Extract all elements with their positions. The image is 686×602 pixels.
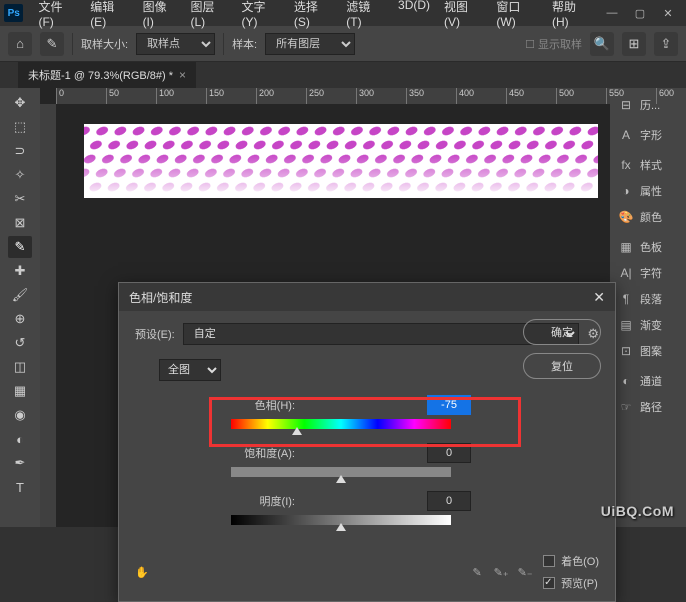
eyedropper-icon[interactable]: ✎	[467, 562, 487, 582]
restore-button[interactable]: ▢	[626, 3, 654, 23]
hue-label: 色相(H):	[231, 397, 295, 413]
dialog-close-icon[interactable]: ✕	[593, 289, 605, 306]
type-tool[interactable]: T	[8, 476, 32, 498]
eyedropper-tool-icon[interactable]: ✎	[40, 32, 64, 56]
canvas-area: 050100150200250300350400450500550600 色相/…	[40, 88, 610, 527]
wand-tool[interactable]: ✧	[8, 164, 32, 186]
watermark: UiBQ.CoM	[601, 503, 674, 519]
workspace-icon[interactable]: ⊞	[622, 32, 646, 56]
panel-item[interactable]: ▤渐变	[610, 312, 686, 338]
saturation-slider[interactable]	[231, 467, 451, 477]
menu-item[interactable]: 图像(I)	[136, 0, 184, 33]
panel-item[interactable]: A字形	[610, 122, 686, 148]
panel-icon: A	[618, 128, 634, 142]
title-bar: Ps 文件(F)编辑(E)图像(I)图层(L)文字(Y)选择(S)滤镜(T)3D…	[0, 0, 686, 26]
dialog-titlebar[interactable]: 色相/饱和度 ✕	[119, 283, 615, 311]
color-range-select[interactable]: 全图	[159, 359, 221, 381]
lightness-label: 明度(I):	[231, 493, 295, 509]
menu-item[interactable]: 选择(S)	[287, 0, 339, 33]
close-button[interactable]: ✕	[654, 3, 682, 23]
panel-item[interactable]: ▦色板	[610, 234, 686, 260]
panel-item[interactable]: ☞路径	[610, 394, 686, 420]
hue-input[interactable]	[427, 395, 471, 415]
ok-button[interactable]: 确定	[523, 319, 601, 345]
preset-select[interactable]: 自定	[183, 323, 580, 345]
heal-tool[interactable]: ✚	[8, 260, 32, 282]
sample-size-select[interactable]: 取样点	[136, 33, 215, 55]
sample-size-label: 取样大小:	[81, 36, 128, 52]
menu-item[interactable]: 滤镜(T)	[339, 0, 391, 33]
home-icon[interactable]: ⌂	[8, 32, 32, 56]
lightness-slider[interactable]	[231, 515, 451, 525]
gradient-tool[interactable]: ▦	[8, 380, 32, 402]
eyedropper-subtract-icon[interactable]: ✎₋	[515, 562, 535, 582]
marquee-tool[interactable]: ⬚	[8, 116, 32, 138]
menu-item[interactable]: 视图(V)	[437, 0, 489, 33]
frame-tool[interactable]: ⊠	[8, 212, 32, 234]
reset-button[interactable]: 复位	[523, 353, 601, 379]
menu-item[interactable]: 编辑(E)	[83, 0, 135, 33]
dodge-tool[interactable]: ◐	[8, 428, 32, 450]
vertical-ruler	[40, 104, 56, 527]
preview-checkbox[interactable]: 预览(P)	[543, 575, 598, 591]
app-logo: Ps	[4, 4, 23, 22]
panel-item[interactable]: ◐通道	[610, 368, 686, 394]
right-panels: ⊟历...A字形fx样式◑属性🎨颜色▦色板A|字符¶段落▤渐变⊡图案◐通道☞路径	[610, 88, 686, 527]
share-icon[interactable]: ⇪	[654, 32, 678, 56]
hue-saturation-dialog: 色相/饱和度 ✕ 预设(E): 自定 ⚙ 确定 复位 全图 色相(H):	[118, 282, 616, 602]
panel-icon: ☞	[618, 400, 634, 414]
eyedropper-add-icon[interactable]: ✎₊	[491, 562, 511, 582]
minimize-button[interactable]: —	[598, 3, 626, 23]
close-tab-icon[interactable]: ×	[179, 68, 186, 82]
brush-tool[interactable]: 🖌	[8, 284, 32, 306]
sample-label: 样本:	[232, 36, 257, 52]
document-tab[interactable]: 未标题-1 @ 79.3%(RGB/8#) * ×	[18, 62, 196, 88]
panel-item[interactable]: fx样式	[610, 152, 686, 178]
sample-layers-select[interactable]: 所有图层	[265, 33, 355, 55]
panel-item[interactable]: ⊡图案	[610, 338, 686, 364]
crop-tool[interactable]: ✂	[8, 188, 32, 210]
lightness-input[interactable]	[427, 491, 471, 511]
document-tab-bar: 未标题-1 @ 79.3%(RGB/8#) * ×	[0, 62, 686, 88]
move-tool[interactable]: ✥	[8, 92, 32, 114]
panel-icon: fx	[618, 158, 634, 172]
pen-tool[interactable]: ✒	[8, 452, 32, 474]
hue-slider[interactable]	[231, 419, 451, 429]
panel-icon: 🎨	[618, 210, 634, 224]
canvas-content	[84, 124, 598, 198]
panel-item[interactable]: A|字符	[610, 260, 686, 286]
panel-icon: ⊡	[618, 344, 634, 358]
history-brush-tool[interactable]: ↺	[8, 332, 32, 354]
menu-item[interactable]: 文件(F)	[31, 0, 83, 33]
horizontal-ruler: 050100150200250300350400450500550600	[56, 88, 610, 104]
preset-label: 预设(E):	[135, 326, 175, 342]
menu-item[interactable]: 图层(L)	[183, 0, 234, 33]
panel-icon: A|	[618, 266, 634, 280]
menu-item[interactable]: 帮助(H)	[545, 0, 598, 33]
saturation-input[interactable]	[427, 443, 471, 463]
saturation-label: 饱和度(A):	[231, 445, 295, 461]
panel-item[interactable]: ¶段落	[610, 286, 686, 312]
stamp-tool[interactable]: ⊕	[8, 308, 32, 330]
lasso-tool[interactable]: ⊃	[8, 140, 32, 162]
panel-item[interactable]: ◑属性	[610, 178, 686, 204]
panel-icon: ¶	[618, 292, 634, 306]
search-icon[interactable]: 🔍	[590, 32, 614, 56]
blur-tool[interactable]: ◉	[8, 404, 32, 426]
panel-icon: ▤	[618, 318, 634, 332]
tools-panel: ✥ ⬚ ⊃ ✧ ✂ ⊠ ✎ ✚ 🖌 ⊕ ↺ ◫ ▦ ◉ ◐ ✒ T	[0, 88, 40, 527]
menu-item[interactable]: 3D(D)	[391, 0, 437, 33]
panel-icon: ◐	[618, 374, 634, 388]
colorize-checkbox[interactable]: 着色(O)	[543, 553, 599, 569]
menu-item[interactable]: 窗口(W)	[489, 0, 545, 33]
eraser-tool[interactable]: ◫	[8, 356, 32, 378]
menu-item[interactable]: 文字(Y)	[235, 0, 287, 33]
hand-icon[interactable]: ✋	[135, 566, 149, 579]
panel-item[interactable]: 🎨颜色	[610, 204, 686, 230]
panel-icon: ▦	[618, 240, 634, 254]
panel-icon: ◑	[618, 184, 634, 198]
eyedropper-tool[interactable]: ✎	[8, 236, 32, 258]
